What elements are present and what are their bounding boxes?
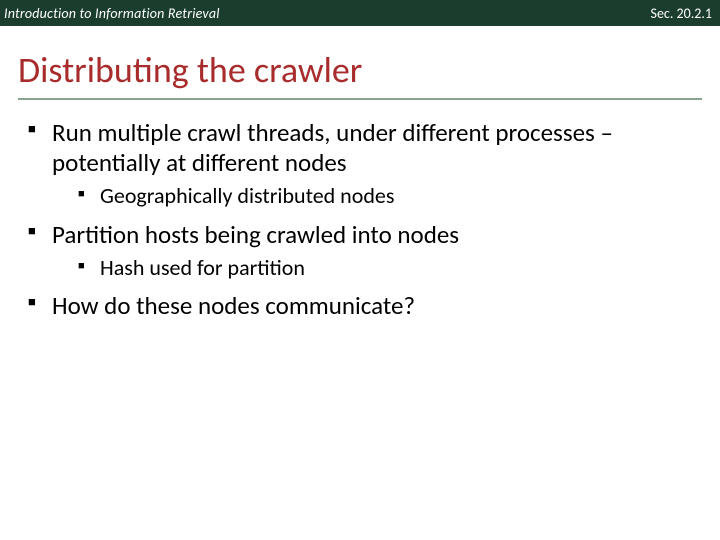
- sub-bullet-item: Geographically distributed nodes: [78, 182, 700, 210]
- bullet-item: Partition hosts being crawled into nodes…: [28, 220, 700, 282]
- bullet-text: How do these nodes communicate?: [52, 290, 415, 321]
- bullet-item: How do these nodes communicate?: [28, 291, 700, 321]
- title-divider: [18, 98, 702, 100]
- sub-bullet-text: Geographically distributed nodes: [100, 182, 394, 209]
- sub-bullet-item: Hash used for partition: [78, 254, 700, 282]
- slide-content: Run multiple crawl threads, under differ…: [28, 118, 700, 321]
- slide-title: Distributing the crawler: [18, 48, 720, 92]
- section-label: Sec. 20.2.1: [651, 5, 712, 22]
- slide-header: Introduction to Information Retrieval Se…: [0, 0, 720, 26]
- course-title: Introduction to Information Retrieval: [4, 5, 220, 22]
- sub-bullet-text: Hash used for partition: [100, 254, 305, 281]
- bullet-text: Run multiple crawl threads, under differ…: [52, 117, 613, 178]
- bullet-text: Partition hosts being crawled into nodes: [52, 219, 459, 250]
- bullet-item: Run multiple crawl threads, under differ…: [28, 118, 700, 210]
